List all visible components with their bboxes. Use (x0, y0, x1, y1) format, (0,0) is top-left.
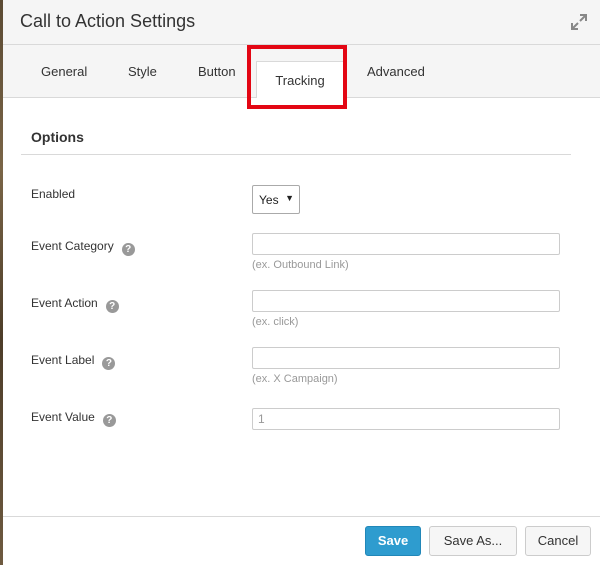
expand-icon[interactable] (570, 13, 588, 31)
tab-button[interactable]: Button (198, 64, 236, 79)
enabled-label: Enabled (31, 187, 75, 201)
event-label-input[interactable] (252, 347, 560, 369)
enabled-select-value: Yes (259, 193, 279, 207)
chevron-down-icon: ▼ (285, 193, 294, 203)
settings-dialog: Call to Action Settings General Style Bu… (3, 0, 600, 565)
event-label-hint: (ex. X Campaign) (252, 373, 338, 385)
dialog-footer: Save Save As... Cancel (3, 516, 600, 565)
enabled-select[interactable]: Yes ▼ (252, 185, 300, 214)
help-icon[interactable]: ? (105, 300, 119, 313)
help-icon[interactable]: ? (102, 357, 116, 370)
section-title: Options (31, 129, 84, 145)
help-icon[interactable]: ? (102, 414, 116, 427)
event-category-input[interactable] (252, 233, 560, 255)
event-value-input[interactable] (252, 408, 560, 430)
event-label-label-text: Event Label (31, 353, 95, 367)
event-value-label-text: Event Value (31, 410, 95, 424)
dialog-titlebar: Call to Action Settings (3, 0, 600, 45)
enabled-label-text: Enabled (31, 187, 76, 201)
dialog-title: Call to Action Settings (20, 11, 196, 31)
tab-content: Options Enabled Yes ▼ Event Category? (e… (3, 98, 600, 516)
event-action-input[interactable] (252, 290, 560, 312)
tab-advanced[interactable]: Advanced (367, 64, 425, 79)
event-value-label: Event Value? (31, 410, 116, 427)
tab-tracking[interactable]: Tracking (256, 61, 344, 99)
tab-general[interactable]: General (41, 64, 87, 79)
tab-bar: General Style Button Tracking Advanced (3, 45, 600, 99)
event-label-label: Event Label? (31, 353, 116, 370)
help-icon[interactable]: ? (121, 243, 135, 256)
event-action-label-text: Event Action (31, 296, 98, 310)
save-as-button[interactable]: Save As... (429, 526, 517, 556)
event-action-hint: (ex. click) (252, 316, 299, 328)
event-category-hint: (ex. Outbound Link) (252, 259, 349, 271)
event-action-label: Event Action? (31, 296, 119, 313)
event-category-label-text: Event Category (31, 239, 114, 253)
cancel-button[interactable]: Cancel (525, 526, 591, 556)
event-category-label: Event Category? (31, 239, 135, 256)
tab-style[interactable]: Style (128, 64, 157, 79)
options-section-header: Options (21, 118, 571, 155)
save-button[interactable]: Save (365, 526, 421, 556)
